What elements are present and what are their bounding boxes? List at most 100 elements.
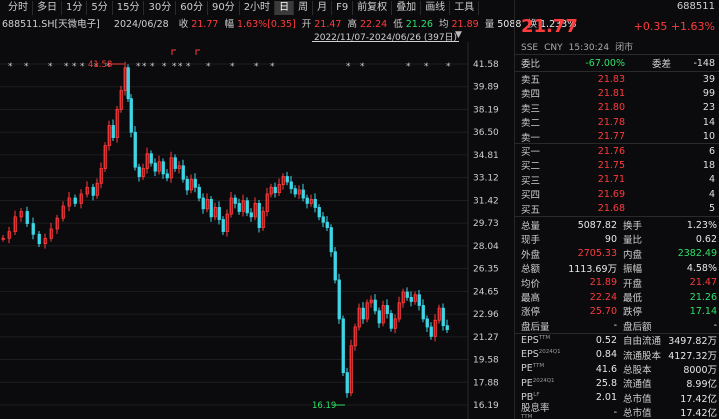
candle-body: [126, 67, 130, 100]
low-value: 21.26: [405, 19, 433, 30]
period-tab[interactable]: 1分: [62, 1, 88, 15]
period-tab[interactable]: 多日: [33, 1, 62, 15]
open-value: 21.47: [314, 19, 342, 30]
candle-body: [217, 207, 221, 220]
date-range-selector[interactable]: 2022/11/07-2024/06/26 (397日): [312, 30, 460, 43]
marker-star: *: [424, 62, 429, 72]
candle-body: [417, 294, 421, 306]
y-tick-label: 22.96: [473, 310, 499, 320]
separator: [515, 54, 719, 55]
separator: [515, 71, 719, 72]
stat-value: 4.58%: [686, 262, 717, 274]
marker-flag: [171, 49, 176, 55]
period-tab[interactable]: 前复权: [353, 1, 393, 15]
period-tab[interactable]: 30分: [144, 1, 177, 15]
y-tick-label: 17.88: [473, 378, 499, 388]
period-tab[interactable]: 2小时: [240, 1, 276, 15]
level-volume: 39: [702, 73, 715, 85]
stat-key: 流通值: [623, 379, 652, 391]
weicha-value: -148: [693, 57, 715, 69]
period-tab[interactable]: 分时: [4, 1, 33, 15]
stat-value: 21.89: [589, 277, 617, 289]
level-volume: 4: [708, 174, 715, 186]
period-tab[interactable]: 叠加: [392, 1, 422, 15]
y-tick-label: 28.04: [473, 242, 499, 252]
stat-key-text: 现手: [521, 235, 541, 247]
period-tab[interactable]: 60分: [176, 1, 208, 15]
level-label: 买三: [521, 175, 541, 187]
stat-key: 开盘: [623, 278, 643, 290]
stat-row: EPSTTM 0.52 自由流通 3497.82万: [521, 333, 717, 348]
level-price: 21.68: [597, 203, 625, 215]
candle-body: [197, 186, 201, 199]
period-tab[interactable]: 月: [313, 1, 333, 15]
stat-key: 流通股本: [623, 350, 662, 362]
level-label: 卖五: [521, 75, 541, 86]
marker-star: *: [270, 62, 275, 72]
candle-body: [313, 198, 317, 208]
info-bar: 688511.SH[天微电子] 2024/06/28 收 21.77 幅 1.63%…: [2, 16, 576, 30]
stat-key-text: 外盘: [521, 249, 541, 261]
candlestick-chart[interactable]: 41.58 39.89 38.19 36.50 34.81 33.12 31.42 29.73…: [0, 42, 514, 419]
candle-body: [441, 307, 445, 327]
ask-row[interactable]: 卖二 21.78 14: [521, 115, 715, 130]
stat-value: 5087.82: [577, 219, 617, 231]
separator: [515, 143, 719, 144]
chevron-down-icon[interactable]: ▼: [455, 30, 467, 42]
stat-key-sup: TTM: [538, 334, 551, 341]
weibi-row: 委比 -67.00% 委差 -148: [521, 56, 715, 71]
weibi-value: -67.00%: [585, 57, 625, 69]
stat-key-text: EPS: [521, 349, 539, 361]
y-tick-label: 39.89: [473, 83, 499, 93]
stat-value: 25.70: [589, 305, 617, 317]
candle-body: [201, 197, 205, 210]
stat-key: 自由流通: [623, 336, 662, 348]
period-tab[interactable]: 画线: [421, 1, 451, 15]
candle-body: [257, 203, 261, 228]
candle-body: [285, 176, 289, 183]
stat-row: PE2024Q1 25.8 流通值 8.99亿: [521, 376, 717, 391]
level-volume: 10: [702, 131, 715, 143]
ask-row[interactable]: 卖五 21.83 39: [521, 72, 715, 87]
ask-row[interactable]: 卖三 21.80 23: [521, 101, 715, 115]
period-tab[interactable]: 15分: [113, 1, 145, 15]
market-session: 闭市: [615, 43, 634, 53]
marker-star: *: [446, 62, 451, 72]
marker-star: *: [178, 62, 183, 72]
candle-body: [289, 181, 293, 190]
bid-row[interactable]: 买五 21.68 5: [521, 202, 715, 216]
bid-row[interactable]: 买一 21.76 6: [521, 144, 715, 159]
candle-body: [301, 189, 305, 199]
period-tab[interactable]: 工具: [450, 1, 480, 15]
level-label: 卖四: [521, 89, 541, 101]
stat-key-sup: 2024Q1: [532, 377, 555, 384]
level-volume: 23: [702, 102, 715, 114]
candle-body: [409, 297, 413, 302]
stat-key: 盘后量: [521, 319, 553, 333]
bid-row[interactable]: 买二 21.75 18: [521, 158, 715, 173]
bid-row[interactable]: 买三 21.71 4: [521, 173, 715, 187]
period-tab[interactable]: 90分: [208, 1, 240, 15]
stat-key-text: 涨停: [521, 307, 541, 319]
marker-star: *: [72, 62, 77, 72]
stat-value: 4127.32万: [668, 350, 717, 362]
stat-value: 8000万: [683, 365, 717, 376]
ask-row[interactable]: 卖一 21.77 10: [521, 130, 715, 144]
level-label: 买二: [521, 161, 541, 173]
bid-row[interactable]: 买四 21.69 4: [521, 187, 715, 202]
quote-date: 2024/06/28: [113, 19, 169, 30]
marker-star: *: [24, 62, 29, 72]
period-tab[interactable]: 日: [275, 1, 295, 15]
period-tab[interactable]: F9: [332, 1, 354, 15]
quote-price: 21.77: [521, 16, 578, 37]
period-tab[interactable]: 周: [294, 1, 314, 15]
quote-panel: 688511 21.77 +0.35 +1.63% SSE CNY 15:30:24…: [515, 0, 719, 419]
candle-body: [425, 318, 429, 328]
ask-row[interactable]: 卖四 21.81 99: [521, 86, 715, 101]
stat-value: -: [613, 320, 617, 332]
period-tab[interactable]: 5分: [87, 1, 113, 15]
stat-value: 21.47: [689, 277, 717, 289]
candle-body: [161, 161, 165, 175]
stat-value: -: [713, 320, 717, 332]
stat-row: 股息率TTM - 总市值 17.42亿: [521, 403, 717, 419]
